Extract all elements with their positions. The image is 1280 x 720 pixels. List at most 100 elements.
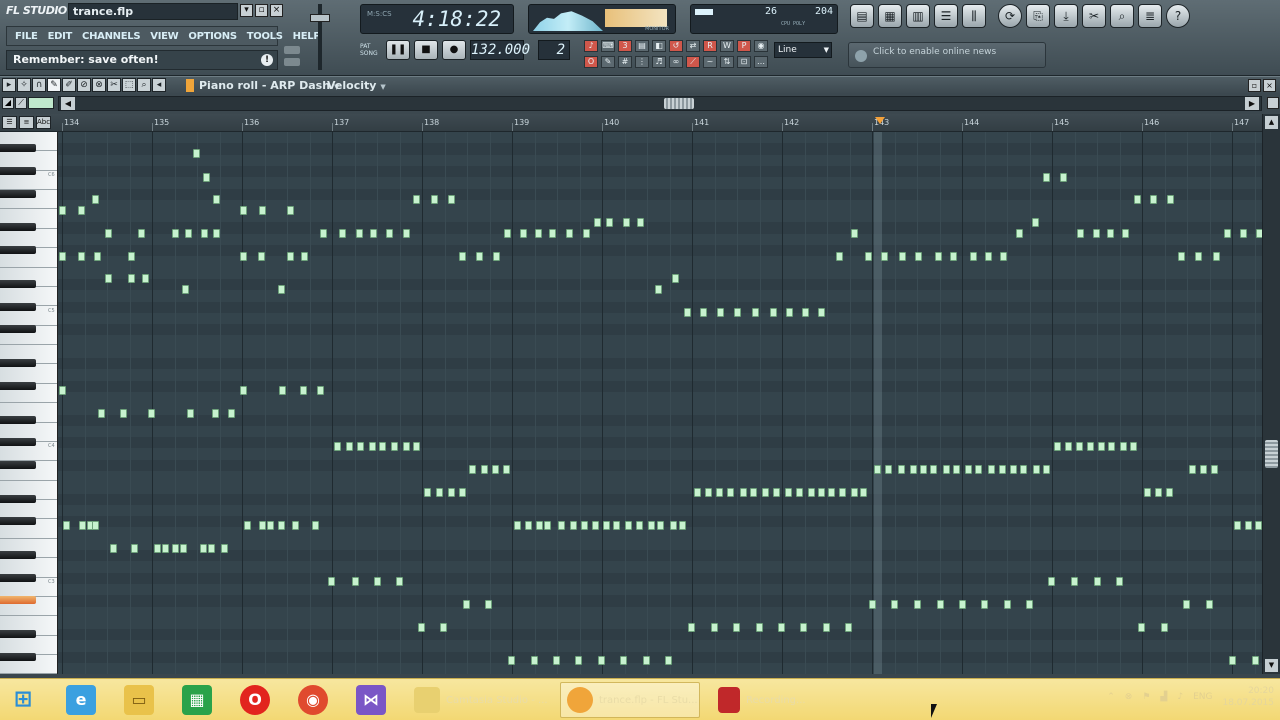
- scrollbar-thumb[interactable]: [664, 98, 694, 109]
- note[interactable]: [1245, 521, 1252, 530]
- playback-icon[interactable]: ◂: [152, 78, 166, 92]
- note[interactable]: [553, 656, 560, 665]
- note[interactable]: [459, 488, 466, 497]
- note[interactable]: [357, 442, 364, 451]
- black-key[interactable]: [0, 460, 36, 469]
- note[interactable]: [424, 488, 431, 497]
- tray-expand-icon[interactable]: ⌃: [1107, 692, 1115, 702]
- note[interactable]: [1010, 465, 1017, 474]
- note[interactable]: [910, 465, 917, 474]
- note[interactable]: [752, 308, 759, 317]
- note-grid[interactable]: [58, 132, 1262, 674]
- black-key[interactable]: [0, 551, 36, 560]
- note[interactable]: [92, 521, 99, 530]
- export-icon[interactable]: ⤓: [1054, 4, 1078, 28]
- black-key[interactable]: [0, 652, 36, 661]
- note[interactable]: [1178, 252, 1185, 261]
- note[interactable]: [352, 577, 359, 586]
- note[interactable]: [525, 521, 532, 530]
- swing-icon[interactable]: ~: [703, 56, 717, 68]
- note[interactable]: [672, 274, 679, 283]
- note[interactable]: [138, 229, 145, 238]
- note[interactable]: [999, 465, 1006, 474]
- note[interactable]: [463, 600, 470, 609]
- note[interactable]: [386, 229, 393, 238]
- note[interactable]: [688, 623, 695, 632]
- taskbar-explorer[interactable]: ▭: [124, 682, 154, 718]
- note[interactable]: [581, 521, 588, 530]
- note[interactable]: [603, 521, 610, 530]
- note[interactable]: [1144, 488, 1151, 497]
- punch-icon[interactable]: P: [737, 40, 751, 52]
- note[interactable]: [756, 623, 763, 632]
- menu-view[interactable]: VIEW: [146, 31, 182, 42]
- save-icon[interactable]: ⎘: [1026, 4, 1050, 28]
- note[interactable]: [531, 656, 538, 665]
- note[interactable]: [448, 195, 455, 204]
- master-volume-slider[interactable]: [310, 4, 330, 70]
- note[interactable]: [520, 229, 527, 238]
- note[interactable]: [1166, 488, 1173, 497]
- note[interactable]: [328, 577, 335, 586]
- view-icon[interactable]: ◉: [754, 40, 768, 52]
- note[interactable]: [1087, 442, 1094, 451]
- black-key[interactable]: [0, 573, 36, 582]
- song-time-display[interactable]: M:S:CS 4:18:22: [360, 4, 514, 34]
- note[interactable]: [636, 521, 643, 530]
- piano-roll-icon[interactable]: ▥: [906, 4, 930, 28]
- note[interactable]: [583, 229, 590, 238]
- note[interactable]: [711, 623, 718, 632]
- note[interactable]: [200, 544, 207, 553]
- note[interactable]: [953, 465, 960, 474]
- overdub-icon[interactable]: O: [584, 56, 598, 68]
- snap-icon[interactable]: ⊡: [737, 56, 751, 68]
- note[interactable]: [773, 488, 780, 497]
- scroll-left-icon[interactable]: ◀: [61, 97, 75, 110]
- app-logo[interactable]: FL STUDIO: [6, 4, 67, 17]
- note[interactable]: [839, 488, 846, 497]
- edit-icon[interactable]: ✎: [601, 56, 615, 68]
- note[interactable]: [1234, 521, 1241, 530]
- note[interactable]: [346, 442, 353, 451]
- note[interactable]: [716, 488, 723, 497]
- wait-icon[interactable]: W: [720, 40, 734, 52]
- step-icon[interactable]: ⋮: [635, 56, 649, 68]
- note[interactable]: [1043, 173, 1050, 182]
- note[interactable]: [334, 442, 341, 451]
- slider-handle[interactable]: [310, 14, 330, 22]
- taskbar-app-camtasia[interactable]: Camtasia Studio - ...: [408, 682, 548, 718]
- note[interactable]: [448, 488, 455, 497]
- note[interactable]: [802, 308, 809, 317]
- note[interactable]: [187, 409, 194, 418]
- note[interactable]: [120, 409, 127, 418]
- note[interactable]: [1134, 195, 1141, 204]
- note[interactable]: [1229, 656, 1236, 665]
- note[interactable]: [1120, 442, 1127, 451]
- note[interactable]: [891, 600, 898, 609]
- online-news-panel[interactable]: Click to enable online news: [848, 42, 1046, 68]
- note[interactable]: [570, 521, 577, 530]
- note[interactable]: [1060, 173, 1067, 182]
- browser-icon[interactable]: ☰: [934, 4, 958, 28]
- note[interactable]: [413, 442, 420, 451]
- note[interactable]: [930, 465, 937, 474]
- black-key[interactable]: [0, 415, 36, 424]
- sync-icon[interactable]: ⇅: [720, 56, 734, 68]
- brush-icon[interactable]: ✐: [62, 78, 76, 92]
- note[interactable]: [203, 173, 210, 182]
- piano-roll-title[interactable]: Piano roll - ARP Dash ▼: [199, 79, 339, 92]
- note[interactable]: [1183, 600, 1190, 609]
- note[interactable]: [750, 488, 757, 497]
- note[interactable]: [592, 521, 599, 530]
- note[interactable]: [259, 206, 266, 215]
- note[interactable]: [1211, 465, 1218, 474]
- note[interactable]: [459, 252, 466, 261]
- note[interactable]: [869, 600, 876, 609]
- note[interactable]: [818, 488, 825, 497]
- note[interactable]: [613, 521, 620, 530]
- note[interactable]: [259, 521, 266, 530]
- taskbar-app-button[interactable]: Recording...: [712, 682, 852, 718]
- menu-icon[interactable]: ☰: [2, 116, 17, 129]
- black-key[interactable]: [0, 144, 36, 153]
- note[interactable]: [623, 218, 630, 227]
